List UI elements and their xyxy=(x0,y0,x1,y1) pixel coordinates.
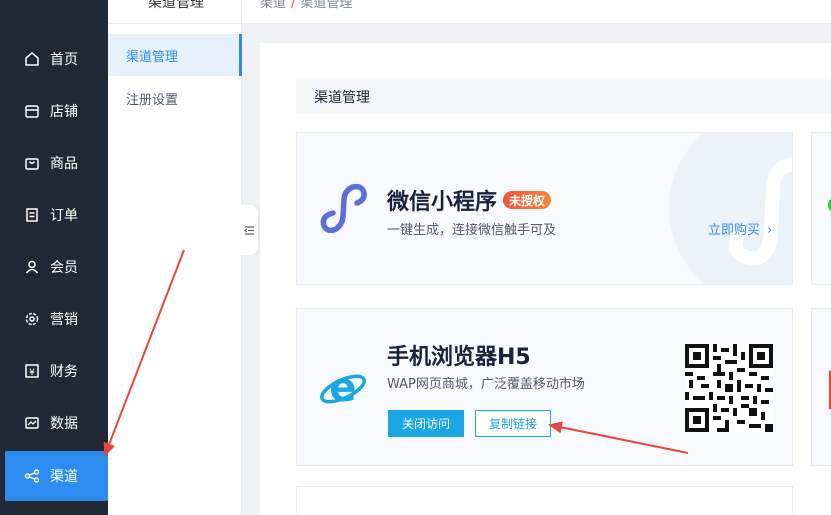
app-root: 首页 店铺 商品 订单 会员 营销 ¥ 财务 数据 渠道 渠道管理 渠道管理 注… xyxy=(0,0,831,515)
annotation-arrow-nav xyxy=(103,249,185,457)
annotation-arrows xyxy=(103,249,689,457)
annotation-arrow-copy xyxy=(548,421,689,454)
